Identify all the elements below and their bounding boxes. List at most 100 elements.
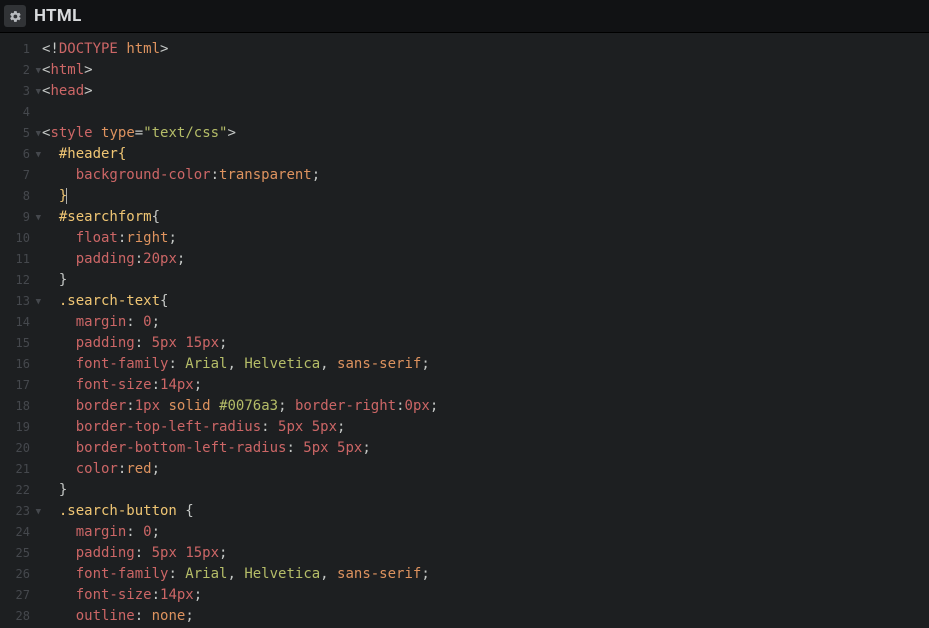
code-line[interactable]: <style type="text/css">: [42, 123, 929, 144]
code-line[interactable]: font-family: Arial, Helvetica, sans-seri…: [42, 564, 929, 585]
code-line[interactable]: outline: none;: [42, 606, 929, 627]
code-line[interactable]: font-size:14px;: [42, 585, 929, 606]
line-number: 13▼: [0, 291, 36, 312]
line-number: 19: [0, 417, 36, 438]
fold-toggle-icon[interactable]: ▼: [36, 124, 41, 145]
code-token: {: [118, 146, 126, 162]
code-token: 0: [143, 524, 151, 540]
code-line[interactable]: padding: 5px 15px;: [42, 333, 929, 354]
code-token: <!: [42, 41, 59, 57]
code-line[interactable]: .search-button {: [42, 501, 929, 522]
code-line[interactable]: border:1px solid #0076a3; border-right:0…: [42, 396, 929, 417]
code-line[interactable]: margin: 0;: [42, 312, 929, 333]
code-token: Helvetica: [244, 566, 320, 582]
code-line[interactable]: color:red;: [42, 459, 929, 480]
code-token: :: [135, 251, 143, 267]
code-token: padding: [76, 251, 135, 267]
code-token: ;: [312, 167, 320, 183]
line-number: 26: [0, 564, 36, 585]
code-token: red: [126, 461, 151, 477]
code-token: ,: [227, 566, 244, 582]
code-token: [42, 230, 76, 246]
line-number: 17: [0, 375, 36, 396]
code-line[interactable]: <html>: [42, 60, 929, 81]
code-line[interactable]: border-bottom-left-radius: 5px 5px;: [42, 438, 929, 459]
code-token: 1px: [135, 398, 160, 414]
code-token: #header: [59, 146, 118, 162]
code-token: 5px: [152, 335, 177, 351]
code-token: 15px: [185, 545, 219, 561]
code-token: [42, 398, 76, 414]
code-token: 5px: [303, 440, 328, 456]
code-line[interactable]: <!DOCTYPE html>: [42, 39, 929, 60]
code-token: Arial: [185, 356, 227, 372]
line-number: 21: [0, 459, 36, 480]
line-number: 22: [0, 480, 36, 501]
code-line[interactable]: padding: 5px 15px;: [42, 543, 929, 564]
code-line[interactable]: margin: 0;: [42, 522, 929, 543]
code-line[interactable]: #searchform{: [42, 207, 929, 228]
code-token: right: [126, 230, 168, 246]
code-token: margin: [76, 314, 127, 330]
settings-button[interactable]: [4, 5, 26, 27]
code-line[interactable]: }: [42, 480, 929, 501]
code-token: ,: [320, 566, 337, 582]
code-token: border-top-left-radius: [76, 419, 261, 435]
fold-toggle-icon[interactable]: ▼: [36, 145, 41, 166]
fold-toggle-icon[interactable]: ▼: [36, 292, 41, 313]
line-number: 23▼: [0, 501, 36, 522]
code-token: [42, 377, 76, 393]
line-number: 2▼: [0, 60, 36, 81]
code-token: 0px: [405, 398, 430, 414]
line-number: 10: [0, 228, 36, 249]
code-token: color: [76, 461, 118, 477]
fold-toggle-icon[interactable]: ▼: [36, 61, 41, 82]
code-token: Arial: [185, 566, 227, 582]
code-token: [42, 524, 76, 540]
code-token: :: [396, 398, 404, 414]
fold-toggle-icon[interactable]: ▼: [36, 82, 41, 103]
code-token: :: [168, 356, 185, 372]
line-number: 7: [0, 165, 36, 186]
code-token: none: [152, 608, 186, 624]
code-line[interactable]: font-size:14px;: [42, 375, 929, 396]
code-token: [42, 251, 76, 267]
code-line[interactable]: font-family: Arial, Helvetica, sans-seri…: [42, 354, 929, 375]
code-line[interactable]: }: [42, 270, 929, 291]
code-token: transparent: [219, 167, 312, 183]
code-token: type: [101, 125, 135, 141]
code-token: 5px: [278, 419, 303, 435]
line-number: 14: [0, 312, 36, 333]
code-token: [42, 566, 76, 582]
code-line[interactable]: padding:20px;: [42, 249, 929, 270]
text-cursor: [66, 188, 67, 204]
code-line[interactable]: float:right;: [42, 228, 929, 249]
line-number: 27: [0, 585, 36, 606]
code-line[interactable]: <head>: [42, 81, 929, 102]
code-line[interactable]: }: [42, 186, 929, 207]
code-line[interactable]: #header{: [42, 144, 929, 165]
code-line[interactable]: .search-text{: [42, 291, 929, 312]
code-token: :: [152, 377, 160, 393]
fold-toggle-icon[interactable]: ▼: [36, 502, 41, 523]
code-token: :: [126, 524, 143, 540]
line-number: 9▼: [0, 207, 36, 228]
code-token: float: [76, 230, 118, 246]
code-token: border-bottom-left-radius: [76, 440, 287, 456]
code-editor[interactable]: 12▼3▼45▼6▼789▼10111213▼14151617181920212…: [0, 33, 929, 628]
code-token: [42, 482, 59, 498]
code-content[interactable]: <!DOCTYPE html><html><head> <style type="…: [36, 33, 929, 628]
code-token: [42, 587, 76, 603]
code-token: 5px: [152, 545, 177, 561]
code-line[interactable]: background-color:transparent;: [42, 165, 929, 186]
code-token: ;: [194, 377, 202, 393]
code-token: #0076a3: [219, 398, 278, 414]
code-token: [42, 314, 76, 330]
line-number: 16: [0, 354, 36, 375]
code-line[interactable]: [42, 102, 929, 123]
code-token: font-size: [76, 377, 152, 393]
fold-toggle-icon[interactable]: ▼: [36, 208, 41, 229]
code-line[interactable]: border-top-left-radius: 5px 5px;: [42, 417, 929, 438]
code-token: .search-text: [59, 293, 160, 309]
code-token: ;: [219, 335, 227, 351]
